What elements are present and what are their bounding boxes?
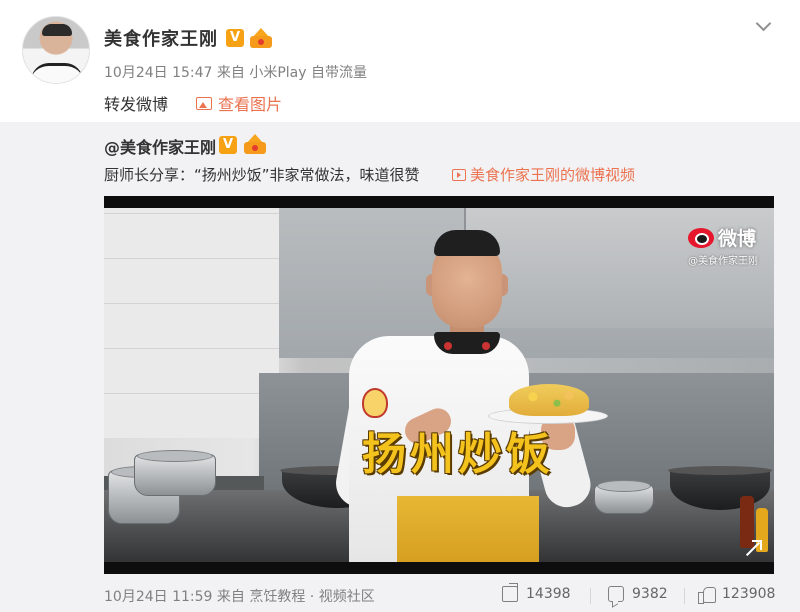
video-caption: 扬州炒饭 — [362, 429, 554, 480]
view-image-link[interactable]: 查看图片 — [196, 91, 282, 115]
avatar[interactable] — [22, 16, 90, 84]
like-button[interactable]: 123908 — [698, 586, 776, 604]
post-source[interactable]: 小米Play 自带流量 — [249, 65, 367, 81]
weibo-logo-icon — [688, 227, 714, 248]
original-post-time[interactable]: 10月24日 11:59 — [104, 589, 212, 605]
member-crown-icon[interactable] — [244, 134, 266, 154]
post-meta: 10月24日 15:47 来自 小米Play 自带流量 — [104, 62, 367, 82]
verified-badge-icon: V — [226, 29, 244, 47]
original-author-name[interactable]: @美食作家王刚 — [104, 134, 216, 158]
video-play-icon — [452, 168, 466, 181]
member-crown-icon[interactable] — [250, 28, 272, 48]
divider — [590, 588, 591, 604]
share-count: 14398 — [526, 586, 571, 602]
watermark-handle: @美食作家王刚 — [688, 256, 758, 267]
weibo-watermark: 微博 — [688, 224, 756, 251]
post-time[interactable]: 10月24日 15:47 — [104, 65, 212, 81]
comment-count: 9382 — [632, 586, 668, 602]
source-prefix: 来自 — [216, 65, 245, 81]
image-icon — [196, 96, 212, 110]
video-frame — [104, 208, 774, 562]
share-button[interactable]: 14398 — [502, 586, 571, 602]
like-icon — [698, 586, 716, 604]
comment-button[interactable]: 9382 — [608, 586, 668, 602]
video-link-label: 美食作家王刚的微博视频 — [470, 166, 636, 184]
video-link[interactable]: 美食作家王刚的微博视频 — [452, 164, 635, 185]
original-post-source[interactable]: 烹饪教程 · 视频社区 — [249, 589, 374, 605]
watermark-text: 微博 — [718, 228, 757, 250]
verified-badge-icon: V — [219, 136, 237, 154]
view-image-label: 查看图片 — [218, 95, 283, 114]
original-post-text: 厨师长分享：“扬州炒饭”非家常做法，味道很赞 — [104, 166, 420, 184]
divider — [684, 588, 685, 604]
video-player[interactable]: 扬州炒饭 微博 @美食作家王刚 — [104, 196, 774, 574]
share-icon — [502, 586, 518, 602]
chevron-down-icon[interactable] — [757, 18, 771, 32]
post-text: 转发微博 — [104, 95, 169, 114]
comment-icon — [608, 586, 624, 602]
expand-icon[interactable] — [744, 540, 762, 556]
original-post-meta: 10月24日 11:59 来自 烹饪教程 · 视频社区 — [104, 586, 375, 606]
like-count: 123908 — [722, 586, 776, 602]
source-prefix: 来自 — [216, 589, 245, 605]
author-name[interactable]: 美食作家王刚 — [104, 25, 218, 51]
